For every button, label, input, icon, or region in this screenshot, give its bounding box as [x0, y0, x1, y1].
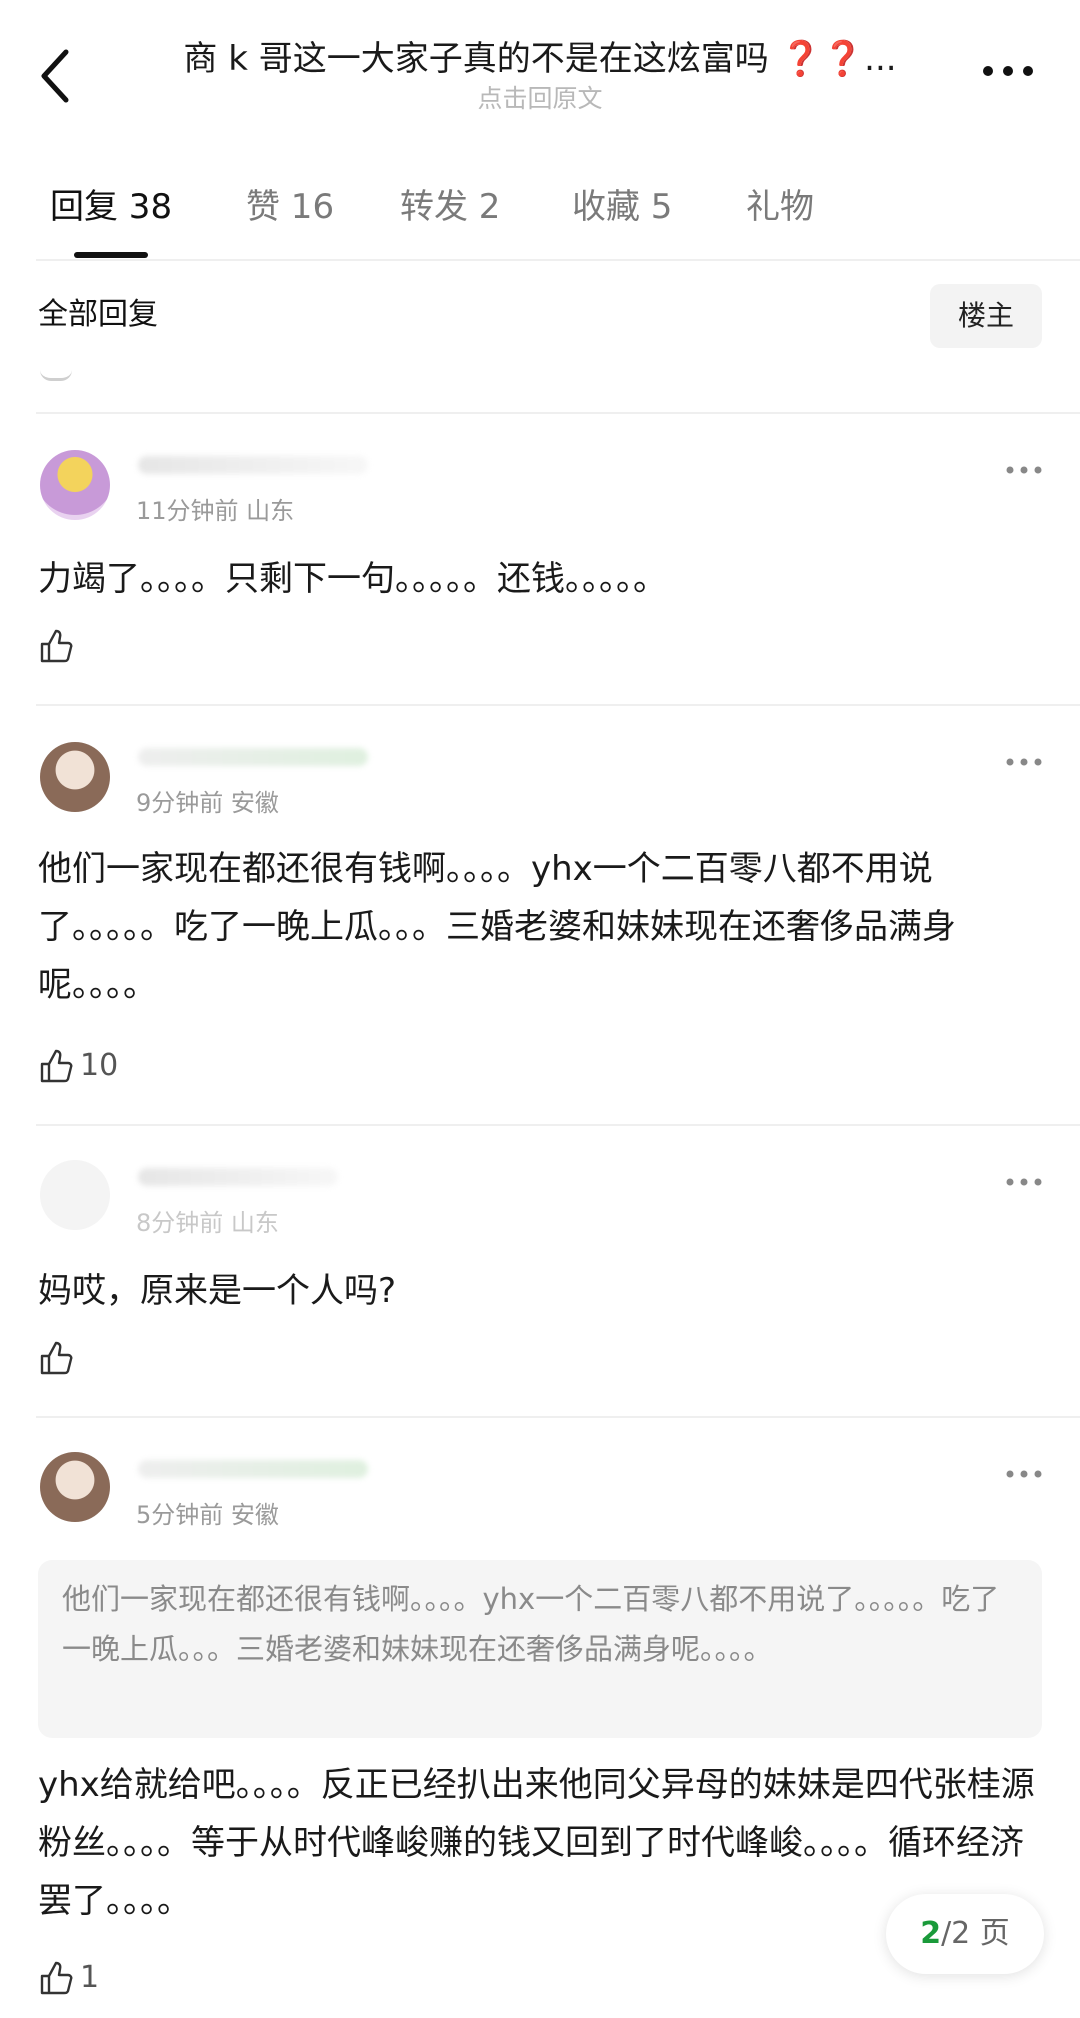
- divider: [36, 259, 1080, 261]
- thumbs-up-icon: [40, 1341, 73, 1375]
- like-button[interactable]: 1: [38, 1958, 99, 1998]
- owner-only-button[interactable]: 楼主: [930, 284, 1042, 348]
- comment-text: 力竭了。。。。只剩下一句。。。。。还钱。。。。。: [38, 559, 667, 599]
- more-dots-icon: [1006, 466, 1042, 474]
- like-count: 1: [80, 1960, 100, 1995]
- avatar[interactable]: [40, 450, 110, 520]
- page-indicator[interactable]: 2/2 页: [886, 1894, 1044, 1974]
- back-button[interactable]: [36, 46, 76, 106]
- like-count: 10: [80, 1048, 119, 1083]
- comment-text: 他们一家现在都还很有钱啊。。。。yhx一个二百零八都不用说了。。。。。吃了一晚上…: [38, 849, 956, 1005]
- current-page: 2: [920, 1916, 942, 1951]
- username-blurred[interactable]: [138, 456, 368, 474]
- tab-replies[interactable]: 回复 38: [50, 184, 172, 230]
- quoted-reply[interactable]: 他们一家现在都还很有钱啊。。。。yhx一个二百零八都不用说了。。。。。吃了一晚上…: [38, 1560, 1042, 1738]
- comment-more-button[interactable]: [1004, 460, 1044, 480]
- comment-text: 妈哎，原来是一个人吗?: [38, 1271, 397, 1311]
- chevron-left-icon: [41, 49, 69, 103]
- comment-more-button[interactable]: [1004, 1464, 1044, 1484]
- total-pages: /2 页: [941, 1916, 1010, 1951]
- like-button[interactable]: [38, 1338, 80, 1378]
- avatar[interactable]: [40, 742, 110, 812]
- thumbs-up-icon: [40, 1049, 73, 1083]
- comment-item: 9分钟前 安徽 他们一家现在都还很有钱啊。。。。yhx一个二百零八都不用说了。。…: [0, 704, 1080, 1124]
- tab-bar: 回复 38 赞 16 转发 2 收藏 5 礼物: [0, 170, 1080, 260]
- more-dots-icon: [1006, 1470, 1042, 1478]
- more-dots-icon: [983, 66, 1033, 76]
- comment-meta: 11分钟前 山东: [136, 497, 295, 525]
- tab-gifts[interactable]: 礼物: [746, 184, 814, 230]
- comment-text: yhx给就给吧。。。。反正已经扒出来他同父异母的妹妹是四代张桂源粉丝。。。。等于…: [38, 1765, 1035, 1921]
- quoted-reply-text: 他们一家现在都还很有钱啊。。。。yhx一个二百零八都不用说了。。。。。吃了一晚上…: [62, 1582, 1000, 1666]
- active-tab-indicator: [74, 252, 148, 258]
- thumbs-up-icon: [40, 629, 73, 663]
- thumbs-up-icon: [40, 1961, 73, 1995]
- comment-item: 11分钟前 山东 力竭了。。。。只剩下一句。。。。。还钱。。。。。: [0, 412, 1080, 704]
- tab-likes[interactable]: 赞 16: [246, 184, 334, 230]
- username-blurred[interactable]: [138, 1460, 368, 1478]
- comment-meta: 8分钟前 山东: [136, 1209, 279, 1237]
- username-blurred[interactable]: [138, 748, 368, 766]
- post-title[interactable]: 商 k 哥这一大家子真的不是在这炫富吗 ❓❓...: [140, 36, 940, 82]
- more-dots-icon: [1006, 1178, 1042, 1186]
- like-button[interactable]: 10: [38, 1046, 118, 1086]
- more-dots-icon: [1006, 758, 1042, 766]
- comment-more-button[interactable]: [1004, 752, 1044, 772]
- avatar[interactable]: [40, 1160, 110, 1230]
- tab-reposts[interactable]: 转发 2: [400, 184, 500, 230]
- top-bar: 商 k 哥这一大家子真的不是在这炫富吗 ❓❓... 点击回原文: [0, 0, 1080, 140]
- scroll-fragment: [40, 370, 72, 381]
- more-options-button[interactable]: [980, 56, 1036, 86]
- like-button[interactable]: [38, 626, 80, 666]
- comment-more-button[interactable]: [1004, 1172, 1044, 1192]
- comment-meta: 5分钟前 安徽: [136, 1501, 279, 1529]
- comment-meta: 9分钟前 安徽: [136, 789, 279, 817]
- all-replies-label: 全部回复: [38, 297, 158, 332]
- avatar[interactable]: [40, 1452, 110, 1522]
- comment-item: 8分钟前 山东 妈哎，原来是一个人吗?: [0, 1124, 1080, 1416]
- back-to-original-link[interactable]: 点击回原文: [140, 84, 940, 114]
- username-blurred[interactable]: [138, 1168, 338, 1186]
- tab-favorites[interactable]: 收藏 5: [572, 184, 672, 230]
